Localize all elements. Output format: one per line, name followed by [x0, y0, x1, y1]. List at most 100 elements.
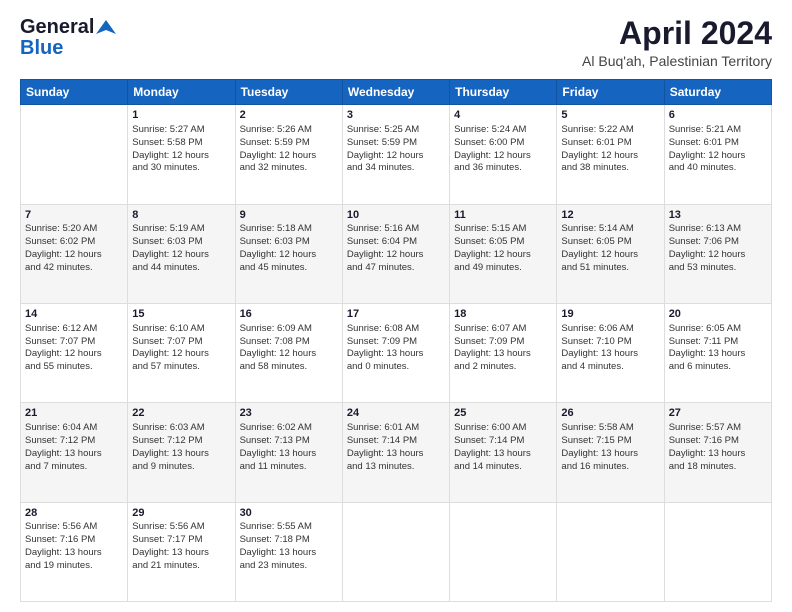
calendar-cell — [21, 105, 128, 204]
day-info-line: and 34 minutes. — [347, 162, 445, 175]
day-info-line: Daylight: 12 hours — [347, 150, 445, 163]
day-info-line: and 36 minutes. — [454, 162, 552, 175]
day-info-line: Sunset: 5:59 PM — [240, 137, 338, 150]
day-number: 26 — [561, 406, 659, 421]
day-info-line: Daylight: 13 hours — [561, 348, 659, 361]
day-info-line: Sunrise: 5:58 AM — [561, 422, 659, 435]
title-block: April 2024 Al Buq'ah, Palestinian Territ… — [582, 16, 772, 69]
day-info-line: and 58 minutes. — [240, 361, 338, 374]
day-info-line: Sunset: 6:03 PM — [240, 236, 338, 249]
day-info-line: Sunrise: 6:05 AM — [669, 323, 767, 336]
logo-blue: Blue — [20, 37, 63, 60]
day-info-line: Sunset: 7:06 PM — [669, 236, 767, 249]
day-info-line: Sunset: 7:09 PM — [347, 336, 445, 349]
day-info-line: Sunset: 7:18 PM — [240, 534, 338, 547]
day-number: 23 — [240, 406, 338, 421]
day-info-line: Sunrise: 5:27 AM — [132, 124, 230, 137]
day-info-line: Sunset: 6:05 PM — [561, 236, 659, 249]
calendar-cell: 25Sunrise: 6:00 AMSunset: 7:14 PMDayligh… — [450, 403, 557, 502]
day-info-line: Sunrise: 5:26 AM — [240, 124, 338, 137]
day-info-line: and 32 minutes. — [240, 162, 338, 175]
day-number: 2 — [240, 108, 338, 123]
day-info-line: Sunset: 7:14 PM — [454, 435, 552, 448]
day-info-line: Sunset: 7:14 PM — [347, 435, 445, 448]
day-info-line: Sunrise: 6:12 AM — [25, 323, 123, 336]
calendar-cell: 29Sunrise: 5:56 AMSunset: 7:17 PMDayligh… — [128, 502, 235, 601]
day-info-line: Sunrise: 6:04 AM — [25, 422, 123, 435]
day-info-line: Daylight: 13 hours — [347, 448, 445, 461]
day-info-line: Daylight: 13 hours — [25, 547, 123, 560]
calendar-week-row: 21Sunrise: 6:04 AMSunset: 7:12 PMDayligh… — [21, 403, 772, 502]
day-number: 21 — [25, 406, 123, 421]
page: General Blue April 2024 Al Buq'ah, Pales… — [0, 0, 792, 612]
calendar-cell: 10Sunrise: 5:16 AMSunset: 6:04 PMDayligh… — [342, 204, 449, 303]
day-info-line: and 4 minutes. — [561, 361, 659, 374]
calendar-week-row: 14Sunrise: 6:12 AMSunset: 7:07 PMDayligh… — [21, 303, 772, 402]
day-info-line: Sunset: 7:08 PM — [240, 336, 338, 349]
day-number: 14 — [25, 307, 123, 322]
day-info-line: Sunrise: 5:22 AM — [561, 124, 659, 137]
day-number: 3 — [347, 108, 445, 123]
calendar-week-row: 28Sunrise: 5:56 AMSunset: 7:16 PMDayligh… — [21, 502, 772, 601]
day-info-line: Sunrise: 6:08 AM — [347, 323, 445, 336]
day-info-line: Sunrise: 6:01 AM — [347, 422, 445, 435]
day-number: 19 — [561, 307, 659, 322]
day-info-line: Daylight: 13 hours — [347, 348, 445, 361]
calendar-cell: 7Sunrise: 5:20 AMSunset: 6:02 PMDaylight… — [21, 204, 128, 303]
day-info-line: Daylight: 13 hours — [561, 448, 659, 461]
day-info-line: and 13 minutes. — [347, 461, 445, 474]
calendar-cell: 5Sunrise: 5:22 AMSunset: 6:01 PMDaylight… — [557, 105, 664, 204]
day-info-line: Sunset: 7:12 PM — [132, 435, 230, 448]
day-info-line: and 7 minutes. — [25, 461, 123, 474]
day-number: 1 — [132, 108, 230, 123]
day-number: 7 — [25, 208, 123, 223]
day-info-line: Sunrise: 5:24 AM — [454, 124, 552, 137]
day-info-line: Sunset: 6:01 PM — [561, 137, 659, 150]
day-number: 4 — [454, 108, 552, 123]
day-info-line: Daylight: 13 hours — [669, 348, 767, 361]
calendar-cell: 22Sunrise: 6:03 AMSunset: 7:12 PMDayligh… — [128, 403, 235, 502]
day-number: 22 — [132, 406, 230, 421]
calendar-cell — [450, 502, 557, 601]
day-info-line: Sunrise: 6:02 AM — [240, 422, 338, 435]
day-info-line: Sunset: 6:01 PM — [669, 137, 767, 150]
day-info-line: Sunset: 6:04 PM — [347, 236, 445, 249]
main-title: April 2024 — [582, 16, 772, 51]
day-info-line: Sunrise: 6:07 AM — [454, 323, 552, 336]
calendar-cell: 16Sunrise: 6:09 AMSunset: 7:08 PMDayligh… — [235, 303, 342, 402]
day-info-line: and 2 minutes. — [454, 361, 552, 374]
calendar-cell: 23Sunrise: 6:02 AMSunset: 7:13 PMDayligh… — [235, 403, 342, 502]
day-info-line: Daylight: 13 hours — [132, 448, 230, 461]
day-info-line: Sunrise: 6:03 AM — [132, 422, 230, 435]
day-number: 18 — [454, 307, 552, 322]
day-info-line: Daylight: 13 hours — [132, 547, 230, 560]
day-info-line: Sunset: 7:16 PM — [25, 534, 123, 547]
day-number: 15 — [132, 307, 230, 322]
calendar-day-header: Wednesday — [342, 80, 449, 105]
day-number: 11 — [454, 208, 552, 223]
day-info-line: Sunrise: 6:10 AM — [132, 323, 230, 336]
day-info-line: Daylight: 13 hours — [669, 448, 767, 461]
day-number: 8 — [132, 208, 230, 223]
calendar-cell: 12Sunrise: 5:14 AMSunset: 6:05 PMDayligh… — [557, 204, 664, 303]
calendar-cell: 17Sunrise: 6:08 AMSunset: 7:09 PMDayligh… — [342, 303, 449, 402]
day-info-line: Daylight: 12 hours — [561, 150, 659, 163]
logo-general: General — [20, 16, 94, 39]
header: General Blue April 2024 Al Buq'ah, Pales… — [20, 16, 772, 69]
day-info-line: Sunrise: 5:56 AM — [132, 521, 230, 534]
day-info-line: Sunset: 7:12 PM — [25, 435, 123, 448]
day-info-line: Sunrise: 6:13 AM — [669, 223, 767, 236]
day-info-line: and 16 minutes. — [561, 461, 659, 474]
calendar-cell: 18Sunrise: 6:07 AMSunset: 7:09 PMDayligh… — [450, 303, 557, 402]
day-info-line: and 57 minutes. — [132, 361, 230, 374]
calendar-cell: 21Sunrise: 6:04 AMSunset: 7:12 PMDayligh… — [21, 403, 128, 502]
day-info-line: Sunset: 7:10 PM — [561, 336, 659, 349]
calendar-cell: 9Sunrise: 5:18 AMSunset: 6:03 PMDaylight… — [235, 204, 342, 303]
day-info-line: and 18 minutes. — [669, 461, 767, 474]
calendar-cell: 24Sunrise: 6:01 AMSunset: 7:14 PMDayligh… — [342, 403, 449, 502]
day-info-line: Sunset: 7:17 PM — [132, 534, 230, 547]
calendar-cell: 19Sunrise: 6:06 AMSunset: 7:10 PMDayligh… — [557, 303, 664, 402]
day-info-line: Daylight: 13 hours — [454, 348, 552, 361]
calendar-cell: 1Sunrise: 5:27 AMSunset: 5:58 PMDaylight… — [128, 105, 235, 204]
day-info-line: Sunset: 6:00 PM — [454, 137, 552, 150]
